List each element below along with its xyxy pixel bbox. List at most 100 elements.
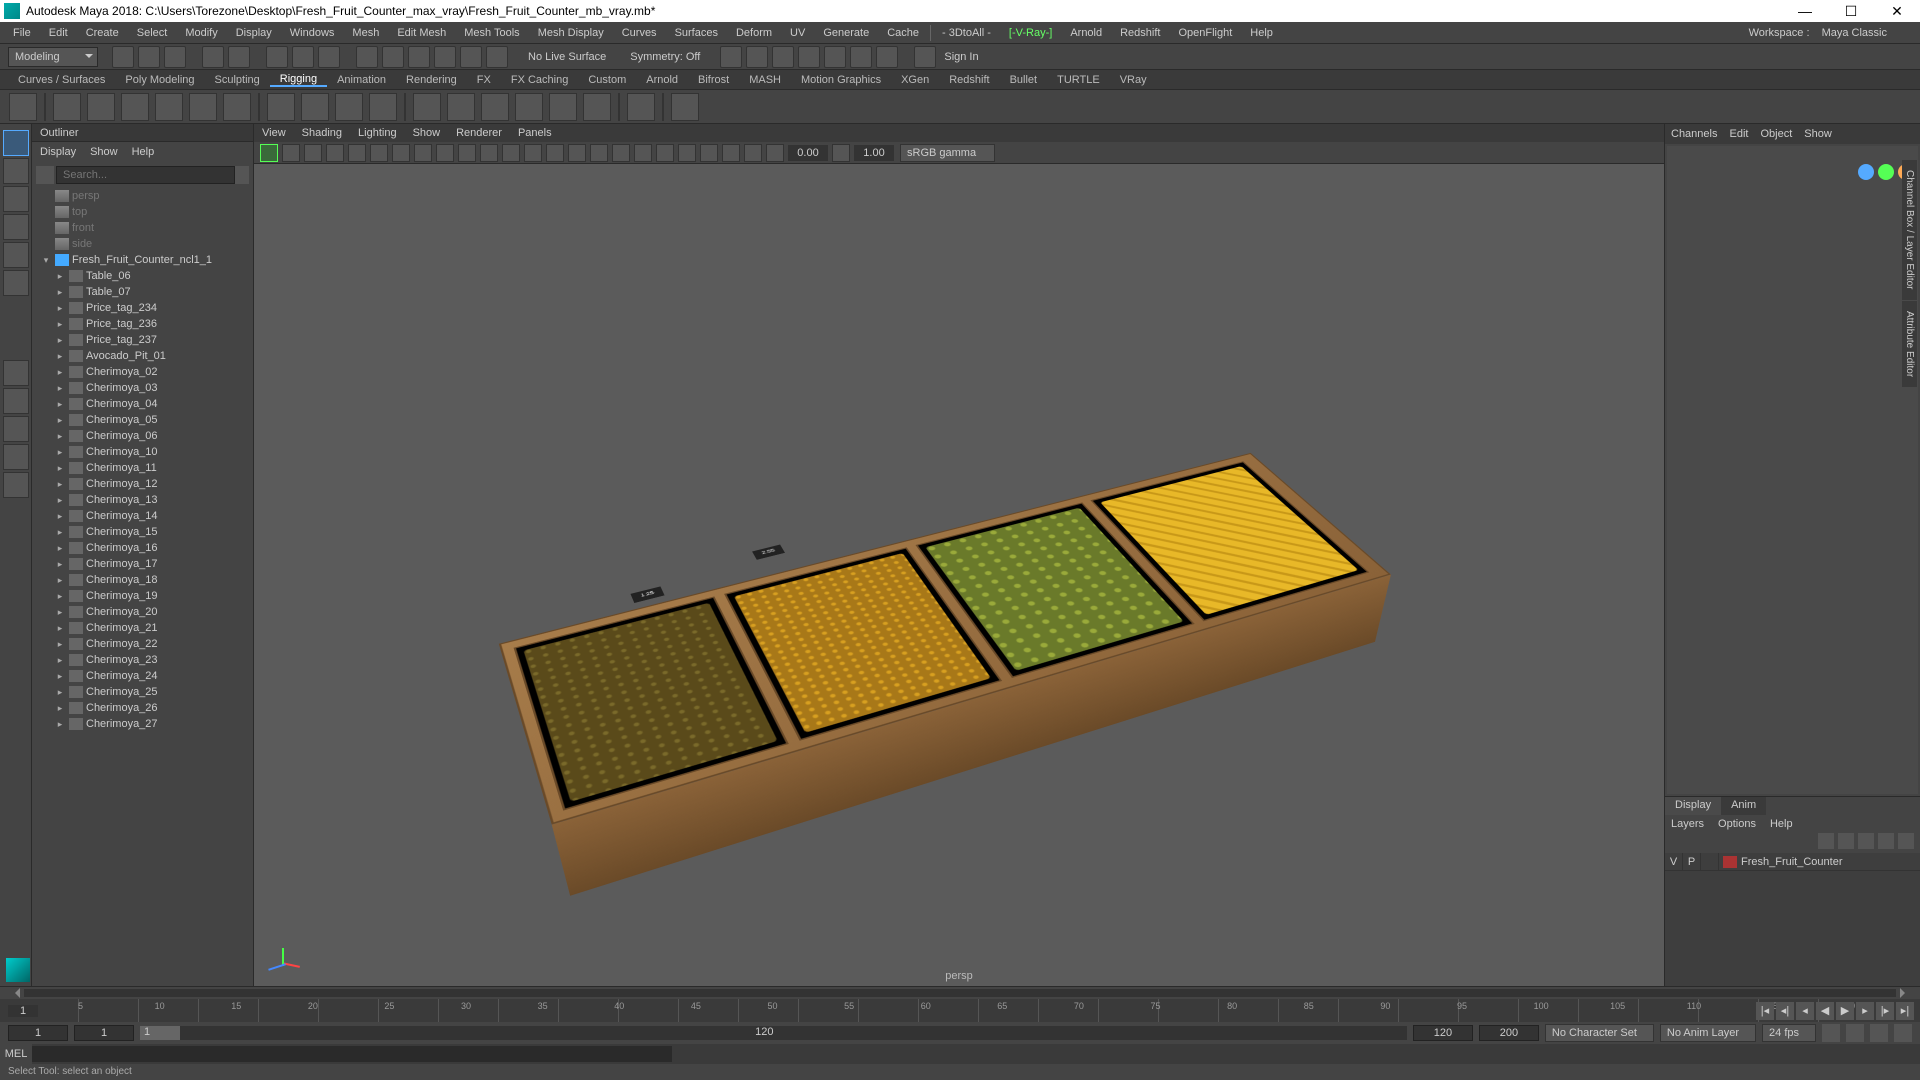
shelf-icon-4[interactable] bbox=[155, 93, 183, 121]
vp-menu-panels[interactable]: Panels bbox=[518, 127, 552, 139]
set-key-icon[interactable] bbox=[1846, 1024, 1864, 1042]
scroll-right-icon[interactable] bbox=[1900, 988, 1910, 998]
outliner-item[interactable]: ▸Cherimoya_25 bbox=[32, 684, 253, 700]
snap-live-icon[interactable] bbox=[460, 46, 482, 68]
shelf-tab-motion-graphics[interactable]: Motion Graphics bbox=[791, 74, 891, 86]
shelf-tab-arnold[interactable]: Arnold bbox=[636, 74, 688, 86]
outliner-item[interactable]: ▸Cherimoya_03 bbox=[32, 380, 253, 396]
menu-deform[interactable]: Deform bbox=[727, 22, 781, 44]
shelf-icon-7[interactable] bbox=[267, 93, 295, 121]
display-layer-tab[interactable]: Display bbox=[1665, 797, 1721, 815]
lights-icon[interactable] bbox=[612, 144, 630, 162]
menu-plugin-1[interactable]: [-V-Ray-] bbox=[1000, 22, 1061, 44]
layer-menu-help[interactable]: Help bbox=[1770, 818, 1793, 830]
outliner-item[interactable]: ▸Cherimoya_19 bbox=[32, 588, 253, 604]
account-icon[interactable] bbox=[914, 46, 936, 68]
outliner-search-input[interactable] bbox=[56, 166, 235, 184]
outliner-item[interactable]: ▸Cherimoya_04 bbox=[32, 396, 253, 412]
shelf-tab-rigging[interactable]: Rigging bbox=[270, 73, 327, 87]
channel-tab-object[interactable]: Object bbox=[1760, 128, 1792, 140]
shelf-tab-sculpting[interactable]: Sculpting bbox=[205, 74, 270, 86]
range-handle[interactable]: 1 bbox=[140, 1026, 180, 1040]
shelf-tab-bifrost[interactable]: Bifrost bbox=[688, 74, 739, 86]
outliner-item[interactable]: ▸Cherimoya_24 bbox=[32, 668, 253, 684]
layout-single[interactable] bbox=[3, 360, 29, 386]
outliner-camera-front[interactable]: front bbox=[32, 220, 253, 236]
vp-icon-3[interactable] bbox=[304, 144, 322, 162]
xray-icon[interactable] bbox=[700, 144, 718, 162]
layer-menu-options[interactable]: Options bbox=[1718, 818, 1756, 830]
price-tag-1[interactable]: 2.55 bbox=[752, 544, 785, 559]
shelf-tab-xgen[interactable]: XGen bbox=[891, 74, 939, 86]
outliner-item[interactable]: ▸Cherimoya_06 bbox=[32, 428, 253, 444]
menu-mesh-tools[interactable]: Mesh Tools bbox=[455, 22, 528, 44]
outliner-item[interactable]: ▸Table_07 bbox=[32, 284, 253, 300]
shelf-icon-16[interactable] bbox=[583, 93, 611, 121]
gamma-value[interactable]: 1.00 bbox=[854, 145, 894, 161]
workspace-combo[interactable]: Maya Classic bbox=[1813, 27, 1896, 39]
vp-icon-5[interactable] bbox=[348, 144, 366, 162]
play-forward-button[interactable]: ▶ bbox=[1836, 1002, 1854, 1020]
outliner-item[interactable]: ▸Cherimoya_15 bbox=[32, 524, 253, 540]
exposure-value[interactable]: 0.00 bbox=[788, 145, 828, 161]
maximize-button[interactable]: ☐ bbox=[1828, 0, 1874, 22]
step-back-key-button[interactable]: ◂| bbox=[1776, 1002, 1794, 1020]
price-tag-2[interactable]: 1.25 bbox=[630, 586, 664, 603]
step-back-button[interactable]: ◂ bbox=[1796, 1002, 1814, 1020]
outliner-root[interactable]: ▾Fresh_Fruit_Counter_ncl1_1 bbox=[32, 252, 253, 268]
outliner-item[interactable]: ▸Cherimoya_18 bbox=[32, 572, 253, 588]
menu-edit-mesh[interactable]: Edit Mesh bbox=[388, 22, 455, 44]
textured-icon[interactable] bbox=[590, 144, 608, 162]
menu-plugin-4[interactable]: OpenFlight bbox=[1169, 22, 1241, 44]
play-back-button[interactable]: ◀ bbox=[1816, 1002, 1834, 1020]
shelf-tab-fx[interactable]: FX bbox=[467, 74, 501, 86]
outliner-item[interactable]: ▸Cherimoya_20 bbox=[32, 604, 253, 620]
paint-select-icon[interactable] bbox=[318, 46, 340, 68]
lasso-icon[interactable] bbox=[292, 46, 314, 68]
shelf-tab-rendering[interactable]: Rendering bbox=[396, 74, 467, 86]
vp-icon-6[interactable] bbox=[370, 144, 388, 162]
side-tab-attribute-editor[interactable]: Attribute Editor bbox=[1902, 301, 1917, 387]
motion-blur-icon[interactable] bbox=[678, 144, 696, 162]
snap-view-icon[interactable] bbox=[486, 46, 508, 68]
grid-icon[interactable] bbox=[458, 144, 476, 162]
resolution-gate-icon[interactable] bbox=[502, 144, 520, 162]
outliner-item[interactable]: ▸Avocado_Pit_01 bbox=[32, 348, 253, 364]
outliner-item[interactable]: ▸Cherimoya_26 bbox=[32, 700, 253, 716]
layer-menu-layers[interactable]: Layers bbox=[1671, 818, 1704, 830]
shelf-tab-vray[interactable]: VRay bbox=[1110, 74, 1157, 86]
layer-playback[interactable]: P bbox=[1683, 853, 1701, 870]
loop-icon[interactable] bbox=[1870, 1024, 1888, 1042]
prefs-icon[interactable] bbox=[1894, 1024, 1912, 1042]
live-surface-label[interactable]: No Live Surface bbox=[522, 51, 612, 63]
undo-icon[interactable] bbox=[202, 46, 224, 68]
menu-windows[interactable]: Windows bbox=[281, 22, 344, 44]
isolate-icon[interactable] bbox=[744, 144, 762, 162]
menu-surfaces[interactable]: Surfaces bbox=[666, 22, 727, 44]
menu-modify[interactable]: Modify bbox=[176, 22, 226, 44]
channel-tab-channels[interactable]: Channels bbox=[1671, 128, 1717, 140]
playblast-icon[interactable] bbox=[850, 46, 872, 68]
menu-plugin-5[interactable]: Help bbox=[1241, 22, 1282, 44]
corner-icon-2[interactable] bbox=[1878, 164, 1894, 180]
shelf-tab-fx-caching[interactable]: FX Caching bbox=[501, 74, 578, 86]
outliner-menu-display[interactable]: Display bbox=[40, 146, 76, 158]
layout-two-v[interactable] bbox=[3, 444, 29, 470]
shelf-icon-18[interactable] bbox=[671, 93, 699, 121]
shelf-icon-10[interactable] bbox=[369, 93, 397, 121]
shelf-tab-mash[interactable]: MASH bbox=[739, 74, 791, 86]
anim-end-field[interactable] bbox=[1479, 1025, 1539, 1041]
render-settings-icon[interactable] bbox=[798, 46, 820, 68]
shelf-icon-17[interactable] bbox=[627, 93, 655, 121]
outliner-item[interactable]: ▸Cherimoya_16 bbox=[32, 540, 253, 556]
snap-grid-icon[interactable] bbox=[356, 46, 378, 68]
outliner-item[interactable]: ▸Cherimoya_05 bbox=[32, 412, 253, 428]
snap-curve-icon[interactable] bbox=[382, 46, 404, 68]
outliner-menu-show[interactable]: Show bbox=[90, 146, 118, 158]
shelf-icon-11[interactable] bbox=[413, 93, 441, 121]
shelf-tab-turtle[interactable]: TURTLE bbox=[1047, 74, 1110, 86]
outliner-item[interactable]: ▸Cherimoya_23 bbox=[32, 652, 253, 668]
color-space-combo[interactable]: sRGB gamma bbox=[900, 144, 995, 162]
symmetry-combo[interactable]: Symmetry: Off bbox=[624, 51, 706, 63]
outliner-item[interactable]: ▸Table_06 bbox=[32, 268, 253, 284]
